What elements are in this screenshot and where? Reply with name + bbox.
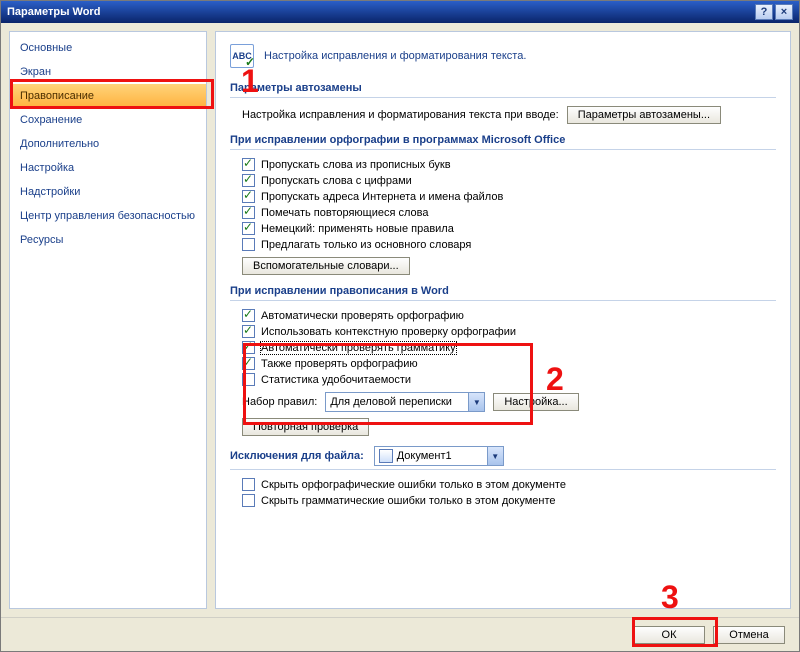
chk-skip-urls[interactable] bbox=[242, 190, 255, 203]
close-button[interactable]: × bbox=[775, 4, 793, 20]
exceptions-file-value: Документ1 bbox=[397, 450, 452, 462]
category-sidebar: Основные Экран Правописание Сохранение Д… bbox=[9, 31, 207, 609]
chevron-down-icon: ▼ bbox=[468, 393, 484, 411]
lbl-flag-repeated: Помечать повторяющиеся слова bbox=[261, 207, 429, 219]
chk-hide-spell-errors[interactable] bbox=[242, 478, 255, 491]
sidebar-item-addins[interactable]: Надстройки bbox=[10, 180, 206, 204]
chk-main-dict-only[interactable] bbox=[242, 238, 255, 251]
chk-context-spell[interactable] bbox=[242, 325, 255, 338]
sidebar-item-proofing[interactable]: Правописание bbox=[10, 84, 206, 108]
section-exceptions-title: Исключения для файла: Документ1 ▼ bbox=[230, 446, 776, 470]
sidebar-item-resources[interactable]: Ресурсы bbox=[10, 228, 206, 252]
grammar-settings-button[interactable]: Настройка... bbox=[493, 393, 578, 411]
chk-auto-spell[interactable] bbox=[242, 309, 255, 322]
sidebar-item-display[interactable]: Экран bbox=[10, 60, 206, 84]
lbl-also-spell: Также проверять орфографию bbox=[261, 358, 418, 370]
titlebar: Параметры Word ? × bbox=[1, 1, 799, 23]
autocorrect-desc: Настройка исправления и форматирования т… bbox=[242, 109, 559, 121]
content-panel: ABC Настройка исправления и форматирован… bbox=[215, 31, 791, 609]
sidebar-item-customize[interactable]: Настройка bbox=[10, 156, 206, 180]
sidebar-item-general[interactable]: Основные bbox=[10, 36, 206, 60]
autocorrect-options-button[interactable]: Параметры автозамены... bbox=[567, 106, 721, 124]
page-description: Настройка исправления и форматирования т… bbox=[264, 50, 526, 62]
lbl-auto-spell: Автоматически проверять орфографию bbox=[261, 310, 464, 322]
lbl-auto-grammar: Автоматически проверять грамматику bbox=[261, 342, 456, 354]
lbl-skip-urls: Пропускать адреса Интернета и имена файл… bbox=[261, 191, 503, 203]
chk-flag-repeated[interactable] bbox=[242, 206, 255, 219]
lbl-german-rules: Немецкий: применять новые правила bbox=[261, 223, 454, 235]
exceptions-file-select[interactable]: Документ1 ▼ bbox=[374, 446, 504, 466]
lbl-main-dict-only: Предлагать только из основного словаря bbox=[261, 239, 471, 251]
lbl-readability: Статистика удобочитаемости bbox=[261, 374, 411, 386]
recheck-button[interactable]: Повторная проверка bbox=[242, 418, 369, 436]
ok-button[interactable]: ОК bbox=[633, 626, 705, 644]
chevron-down-icon: ▼ bbox=[487, 447, 503, 465]
chk-auto-grammar[interactable] bbox=[242, 341, 255, 354]
sidebar-item-trustcenter[interactable]: Центр управления безопасностью bbox=[10, 204, 206, 228]
chk-hide-grammar-errors[interactable] bbox=[242, 494, 255, 507]
chk-also-spell[interactable] bbox=[242, 357, 255, 370]
sidebar-item-advanced[interactable]: Дополнительно bbox=[10, 132, 206, 156]
chk-skip-numbers[interactable] bbox=[242, 174, 255, 187]
custom-dictionaries-button[interactable]: Вспомогательные словари... bbox=[242, 257, 410, 275]
section-spell-office-title: При исправлении орфографии в программах … bbox=[230, 134, 776, 150]
chk-skip-uppercase[interactable] bbox=[242, 158, 255, 171]
ruleset-value: Для деловой переписки bbox=[330, 396, 452, 408]
lbl-hide-spell-errors: Скрыть орфографические ошибки только в э… bbox=[261, 479, 566, 491]
lbl-skip-numbers: Пропускать слова с цифрами bbox=[261, 175, 412, 187]
ruleset-select[interactable]: Для деловой переписки ▼ bbox=[325, 392, 485, 412]
word-options-dialog: Параметры Word ? × Основные Экран Правоп… bbox=[0, 0, 800, 652]
exceptions-title-text: Исключения для файла: bbox=[230, 450, 364, 462]
lbl-hide-grammar-errors: Скрыть грамматические ошибки только в эт… bbox=[261, 495, 556, 507]
chk-german-rules[interactable] bbox=[242, 222, 255, 235]
lbl-skip-uppercase: Пропускать слова из прописных букв bbox=[261, 159, 451, 171]
abc-check-icon: ABC bbox=[230, 44, 254, 68]
window-title: Параметры Word bbox=[7, 6, 100, 18]
help-button[interactable]: ? bbox=[755, 4, 773, 20]
chk-readability[interactable] bbox=[242, 373, 255, 386]
lbl-context-spell: Использовать контекстную проверку орфогр… bbox=[261, 326, 516, 338]
dialog-footer: ОК Отмена bbox=[1, 617, 799, 651]
section-spell-word-title: При исправлении правописания в Word bbox=[230, 285, 776, 301]
sidebar-item-save[interactable]: Сохранение bbox=[10, 108, 206, 132]
ruleset-label: Набор правил: bbox=[242, 396, 317, 408]
cancel-button[interactable]: Отмена bbox=[713, 626, 785, 644]
document-icon bbox=[379, 449, 393, 463]
section-autocorrect-title: Параметры автозамены bbox=[230, 82, 776, 98]
